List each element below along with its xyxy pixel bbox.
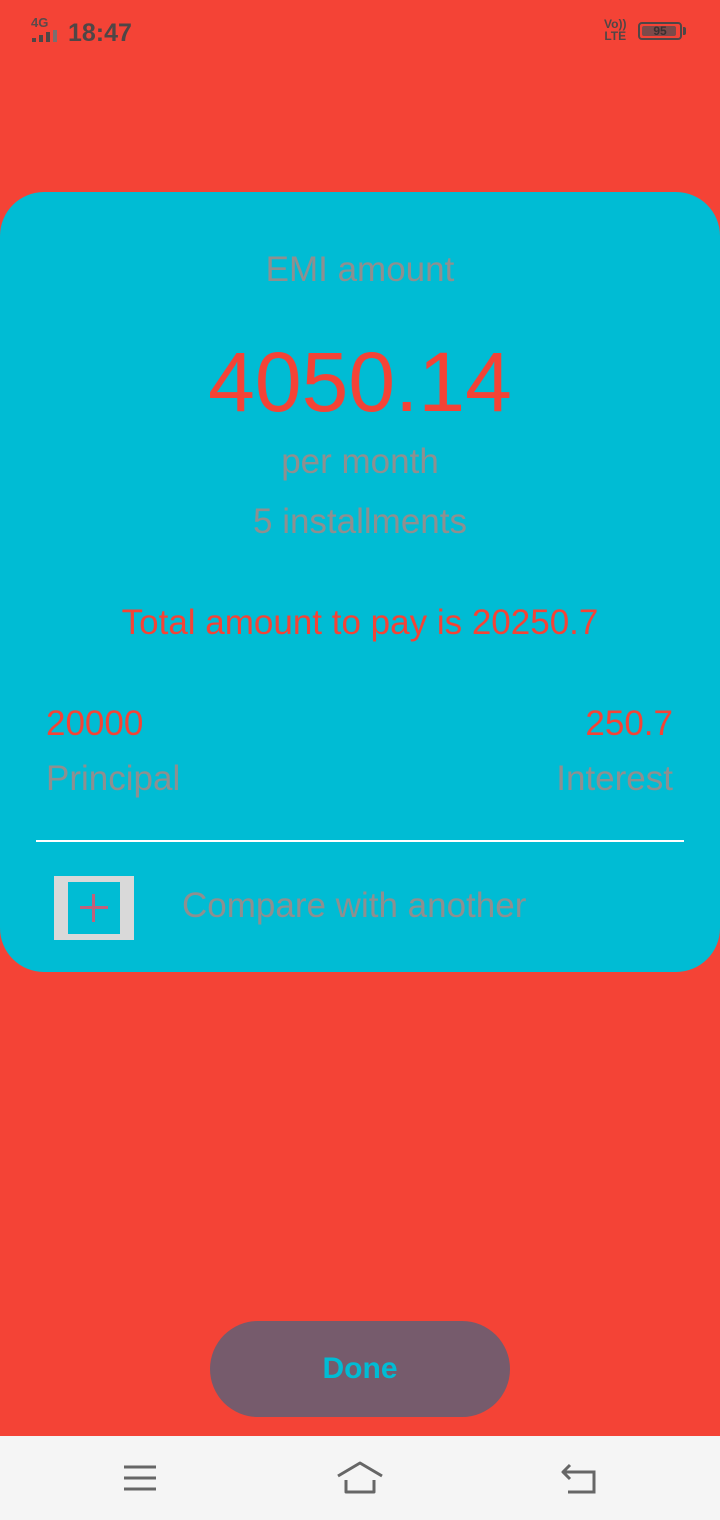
compare-add-button[interactable] [54,876,134,940]
battery-tip [683,27,686,35]
status-time: 18:47 [68,19,132,47]
signal-icon [32,30,60,42]
emi-amount-value: 4050.14 [208,335,512,429]
battery-icon: 95 [638,22,682,40]
network-type: 4G [31,15,49,30]
emi-result-card: EMI amount 4050.14 per month 5 installme… [0,192,720,972]
volte-bottom-label: LTE [604,29,627,43]
principal-label: Principal [46,759,181,798]
emi-amount-label: EMI amount [265,250,455,289]
per-month-label: per month [281,442,439,481]
volte-icon: Vo)) LTE [604,18,626,42]
installments-label: 5 installments [253,502,467,541]
interest-value: 250.7 [585,704,673,743]
total-amount-text: Total amount to pay is 20250.7 [121,603,599,642]
navigation-bar [0,1436,720,1520]
battery-level: 95 [653,24,667,38]
principal-value: 20000 [46,704,144,743]
menu-icon[interactable] [118,1458,162,1498]
back-icon[interactable] [558,1458,602,1498]
done-button[interactable]: Done [210,1321,510,1417]
home-icon[interactable] [336,1458,384,1498]
status-bar: 4G 18:47 Vo)) LTE 95 [0,0,720,64]
divider [36,840,684,842]
plus-icon [68,882,120,934]
interest-label: Interest [556,759,673,798]
compare-with-another-label[interactable]: Compare with another [182,886,526,926]
